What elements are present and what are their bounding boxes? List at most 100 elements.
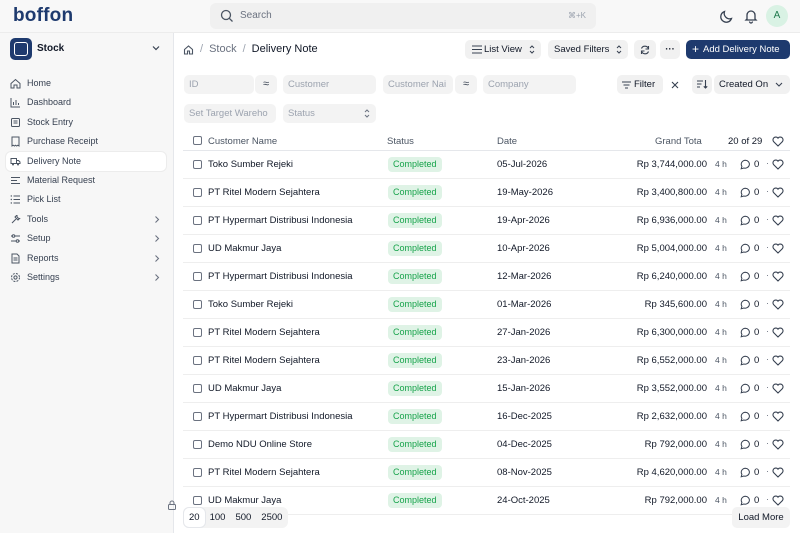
row-checkbox[interactable] <box>193 272 202 281</box>
filter-button[interactable]: Filter <box>617 75 663 94</box>
heart-icon[interactable] <box>772 467 784 478</box>
id-filter-input[interactable]: ID <box>184 75 254 94</box>
comment-icon[interactable] <box>740 383 751 394</box>
row-checkbox[interactable] <box>193 440 202 449</box>
table-row[interactable]: Demo NDU Online Store Completed 04-Dec-202… <box>183 431 790 459</box>
customer-name-cell[interactable]: PT Hypermart Distribusi Indonesia <box>208 215 353 226</box>
workspace-switcher[interactable]: Stock <box>10 38 164 62</box>
table-row[interactable]: PT Ritel Modern Sejahtera Completed 23-Jan… <box>183 347 790 375</box>
table-row[interactable]: PT Ritel Modern Sejahtera Completed 27-Jan… <box>183 319 790 347</box>
page-size-100[interactable]: 100 <box>205 508 231 527</box>
column-customer-name[interactable]: Customer Name <box>208 136 277 147</box>
refresh-button[interactable] <box>634 40 656 59</box>
column-date[interactable]: Date <box>497 136 517 147</box>
heart-icon[interactable] <box>772 495 784 506</box>
page-size-2500[interactable]: 2500 <box>256 508 287 527</box>
sidebar-item-purchase-receipt[interactable]: Purchase Receipt <box>6 132 166 151</box>
table-row[interactable]: PT Hypermart Distribusi Indonesia Complet… <box>183 403 790 431</box>
row-checkbox[interactable] <box>193 328 202 337</box>
row-checkbox[interactable] <box>193 188 202 197</box>
heart-icon[interactable] <box>772 159 784 170</box>
comment-icon[interactable] <box>740 467 751 478</box>
customer-filter-input[interactable]: Customer <box>283 75 376 94</box>
customer-name-cell[interactable]: PT Hypermart Distribusi Indonesia <box>208 271 353 282</box>
add-delivery-note-button[interactable]: + Add Delivery Note <box>686 40 790 59</box>
app-logo[interactable]: boffon <box>13 5 73 27</box>
page-size-20[interactable]: 20 <box>184 508 205 527</box>
customer-name-filter-input[interactable]: Customer Nai <box>383 75 453 94</box>
row-checkbox[interactable] <box>193 412 202 421</box>
table-row[interactable]: PT Ritel Modern Sejahtera Completed 08-Nov… <box>183 459 790 487</box>
sort-field-select[interactable]: Created On <box>714 75 790 94</box>
status-filter-select[interactable]: Status <box>283 104 376 123</box>
company-filter-input[interactable]: Company <box>483 75 576 94</box>
select-all-checkbox[interactable] <box>193 136 202 145</box>
heart-icon[interactable] <box>772 215 784 226</box>
customer-name-cell[interactable]: UD Makmur Jaya <box>208 383 281 394</box>
id-filter-operator[interactable]: ≈ <box>255 75 277 94</box>
sort-direction-button[interactable] <box>692 75 712 94</box>
sidebar-item-settings[interactable]: Settings <box>6 268 166 287</box>
comment-icon[interactable] <box>740 495 751 506</box>
comment-icon[interactable] <box>740 243 751 254</box>
moon-icon[interactable] <box>719 8 735 24</box>
heart-icon[interactable] <box>772 243 784 254</box>
customer-name-cell[interactable]: UD Makmur Jaya <box>208 243 281 254</box>
column-grand-total[interactable]: Grand Tota <box>655 136 702 147</box>
lock-icon[interactable] <box>167 500 177 510</box>
column-status[interactable]: Status <box>387 136 414 147</box>
heart-icon[interactable] <box>772 327 784 338</box>
customer-name-cell[interactable]: UD Makmur Jaya <box>208 495 281 506</box>
avatar[interactable]: A <box>766 5 788 27</box>
customer-name-cell[interactable]: PT Hypermart Distribusi Indonesia <box>208 411 353 422</box>
heart-icon[interactable] <box>772 136 784 147</box>
row-checkbox[interactable] <box>193 384 202 393</box>
sidebar-item-delivery-note[interactable]: Delivery Note <box>6 151 166 171</box>
row-checkbox[interactable] <box>193 300 202 309</box>
clear-filter-button[interactable] <box>665 75 685 94</box>
heart-icon[interactable] <box>772 299 784 310</box>
comment-icon[interactable] <box>740 439 751 450</box>
page-size-500[interactable]: 500 <box>230 508 256 527</box>
customer-name-cell[interactable]: PT Ritel Modern Sejahtera <box>208 467 320 478</box>
comment-icon[interactable] <box>740 187 751 198</box>
table-row[interactable]: PT Ritel Modern Sejahtera Completed 19-May… <box>183 179 790 207</box>
table-row[interactable]: Toko Sumber Rejeki Completed 05-Jul-2026 Rp… <box>183 151 790 179</box>
more-options-button[interactable]: ··· <box>660 40 680 59</box>
customer-name-cell[interactable]: PT Ritel Modern Sejahtera <box>208 187 320 198</box>
customer-name-cell[interactable]: PT Ritel Modern Sejahtera <box>208 327 320 338</box>
comment-icon[interactable] <box>740 271 751 282</box>
comment-icon[interactable] <box>740 355 751 366</box>
sidebar-item-tools[interactable]: Tools <box>6 210 166 229</box>
row-checkbox[interactable] <box>193 160 202 169</box>
customer-name-cell[interactable]: PT Ritel Modern Sejahtera <box>208 355 320 366</box>
saved-filters-button[interactable]: Saved Filters <box>548 40 628 59</box>
row-checkbox[interactable] <box>193 244 202 253</box>
heart-icon[interactable] <box>772 383 784 394</box>
customer-name-filter-operator[interactable]: ≈ <box>455 75 477 94</box>
table-row[interactable]: UD Makmur Jaya Completed 10-Apr-2026 Rp 5,0… <box>183 235 790 263</box>
home-icon[interactable] <box>183 44 194 55</box>
warehouse-filter-input[interactable]: Set Target Wareho <box>184 104 276 123</box>
sidebar-item-setup[interactable]: Setup <box>6 229 166 248</box>
heart-icon[interactable] <box>772 271 784 282</box>
load-more-button[interactable]: Load More <box>732 507 790 528</box>
comment-icon[interactable] <box>740 159 751 170</box>
row-checkbox[interactable] <box>193 496 202 505</box>
list-view-button[interactable]: List View <box>465 40 541 59</box>
heart-icon[interactable] <box>772 187 784 198</box>
row-checkbox[interactable] <box>193 468 202 477</box>
customer-name-cell[interactable]: Toko Sumber Rejeki <box>208 299 293 310</box>
sidebar-item-dashboard[interactable]: Dashboard <box>6 93 166 112</box>
comment-icon[interactable] <box>740 411 751 422</box>
bell-icon[interactable] <box>743 8 759 24</box>
customer-name-cell[interactable]: Toko Sumber Rejeki <box>208 159 293 170</box>
table-row[interactable]: Toko Sumber Rejeki Completed 01-Mar-2026 Rp… <box>183 291 790 319</box>
heart-icon[interactable] <box>772 411 784 422</box>
sidebar-item-material-request[interactable]: Material Request <box>6 171 166 190</box>
search-input[interactable]: Search ⌘+K <box>210 3 596 29</box>
table-row[interactable]: UD Makmur Jaya Completed 15-Jan-2026 Rp 3,5… <box>183 375 790 403</box>
row-checkbox[interactable] <box>193 216 202 225</box>
sidebar-item-stock-entry[interactable]: Stock Entry <box>6 113 166 132</box>
table-row[interactable]: PT Hypermart Distribusi Indonesia Complet… <box>183 207 790 235</box>
